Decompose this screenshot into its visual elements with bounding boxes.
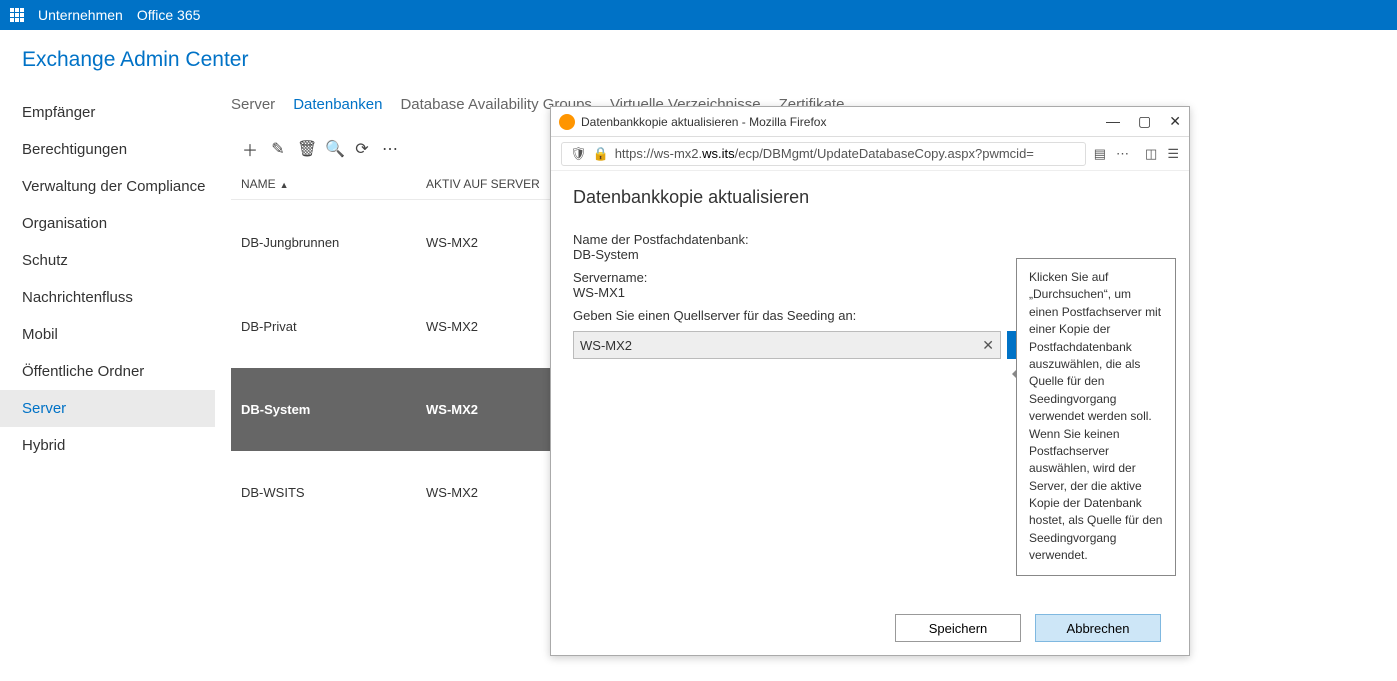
url-field[interactable]: 🛡 🔒 https://ws-mx2.ws.its/ecp/DBMgmt/Upd… bbox=[561, 142, 1086, 166]
o365-link[interactable]: Office 365 bbox=[137, 7, 201, 23]
add-icon[interactable]: ＋ bbox=[241, 137, 259, 161]
window-buttons: — ▢ ✕ bbox=[1106, 113, 1181, 130]
close-icon[interactable]: ✕ bbox=[1169, 113, 1181, 130]
search-icon[interactable]: 🔍 bbox=[325, 139, 343, 159]
waffle-icon[interactable] bbox=[8, 6, 26, 24]
col-name[interactable]: NAME▲ bbox=[231, 171, 416, 200]
dialog-heading: Datenbankkopie aktualisieren bbox=[573, 187, 1167, 208]
sidebar-item-recipients[interactable]: Empfänger bbox=[0, 94, 215, 131]
delete-icon[interactable]: 🗑 bbox=[297, 139, 315, 159]
sidebar-item-hybrid[interactable]: Hybrid bbox=[0, 427, 215, 464]
sidebar-item-publicfolders[interactable]: Öffentliche Ordner bbox=[0, 353, 215, 390]
sidebar-item-permissions[interactable]: Berechtigungen bbox=[0, 131, 215, 168]
dialog-titlebar[interactable]: Datenbankkopie aktualisieren - Mozilla F… bbox=[551, 107, 1189, 137]
lock-warn-icon[interactable]: 🔒 bbox=[593, 146, 609, 162]
sidebar-item-protection[interactable]: Schutz bbox=[0, 242, 215, 279]
org-link[interactable]: Unternehmen bbox=[38, 7, 123, 23]
save-button[interactable]: Speichern bbox=[895, 614, 1021, 642]
tab-server[interactable]: Server bbox=[231, 96, 275, 113]
more-icon[interactable]: ⋯ bbox=[381, 139, 399, 159]
page-action-icon[interactable]: ⋯ bbox=[1116, 146, 1129, 162]
sidebar-item-server[interactable]: Server bbox=[0, 390, 215, 427]
page-title: Exchange Admin Center bbox=[22, 48, 1397, 72]
dialog-title: Datenbankkopie aktualisieren - Mozilla F… bbox=[581, 115, 1106, 129]
sort-asc-icon: ▲ bbox=[280, 180, 289, 190]
shield-icon[interactable]: 🛡 bbox=[570, 146, 587, 162]
minimize-icon[interactable]: — bbox=[1106, 113, 1120, 130]
url-bar: 🛡 🔒 https://ws-mx2.ws.its/ecp/DBMgmt/Upd… bbox=[551, 137, 1189, 171]
clear-icon[interactable]: ✕ bbox=[982, 337, 994, 354]
sidebar-item-organization[interactable]: Organisation bbox=[0, 205, 215, 242]
page-header: Exchange Admin Center bbox=[0, 30, 1397, 90]
sidebar-item-mailflow[interactable]: Nachrichtenfluss bbox=[0, 279, 215, 316]
maximize-icon[interactable]: ▢ bbox=[1138, 113, 1151, 130]
source-input[interactable]: WS-MX2 ✕ bbox=[573, 331, 1001, 359]
tab-databases[interactable]: Datenbanken bbox=[293, 96, 382, 113]
help-callout: Klicken Sie auf „Durchsuchen“, um einen … bbox=[1016, 258, 1176, 576]
dialog-footer: Speichern Abbrechen bbox=[551, 601, 1189, 655]
cancel-button[interactable]: Abbrechen bbox=[1035, 614, 1161, 642]
sidebar-item-compliance[interactable]: Verwaltung der Compliance bbox=[0, 168, 215, 205]
sidebar-item-mobile[interactable]: Mobil bbox=[0, 316, 215, 353]
firefox-icon bbox=[559, 114, 575, 130]
source-value: WS-MX2 bbox=[580, 338, 982, 353]
db-name-label: Name der Postfachdatenbank: bbox=[573, 232, 1167, 247]
extensions-icon[interactable]: ◫ bbox=[1145, 146, 1157, 162]
suite-bar: Unternehmen Office 365 bbox=[0, 0, 1397, 30]
refresh-icon[interactable]: ⟳ bbox=[353, 139, 371, 159]
edit-icon[interactable]: ✎ bbox=[269, 139, 287, 159]
menu-icon[interactable]: ☰ bbox=[1167, 146, 1179, 162]
sidebar: Empfänger Berechtigungen Verwaltung der … bbox=[0, 90, 215, 534]
reader-icon[interactable]: ▤ bbox=[1094, 146, 1106, 162]
